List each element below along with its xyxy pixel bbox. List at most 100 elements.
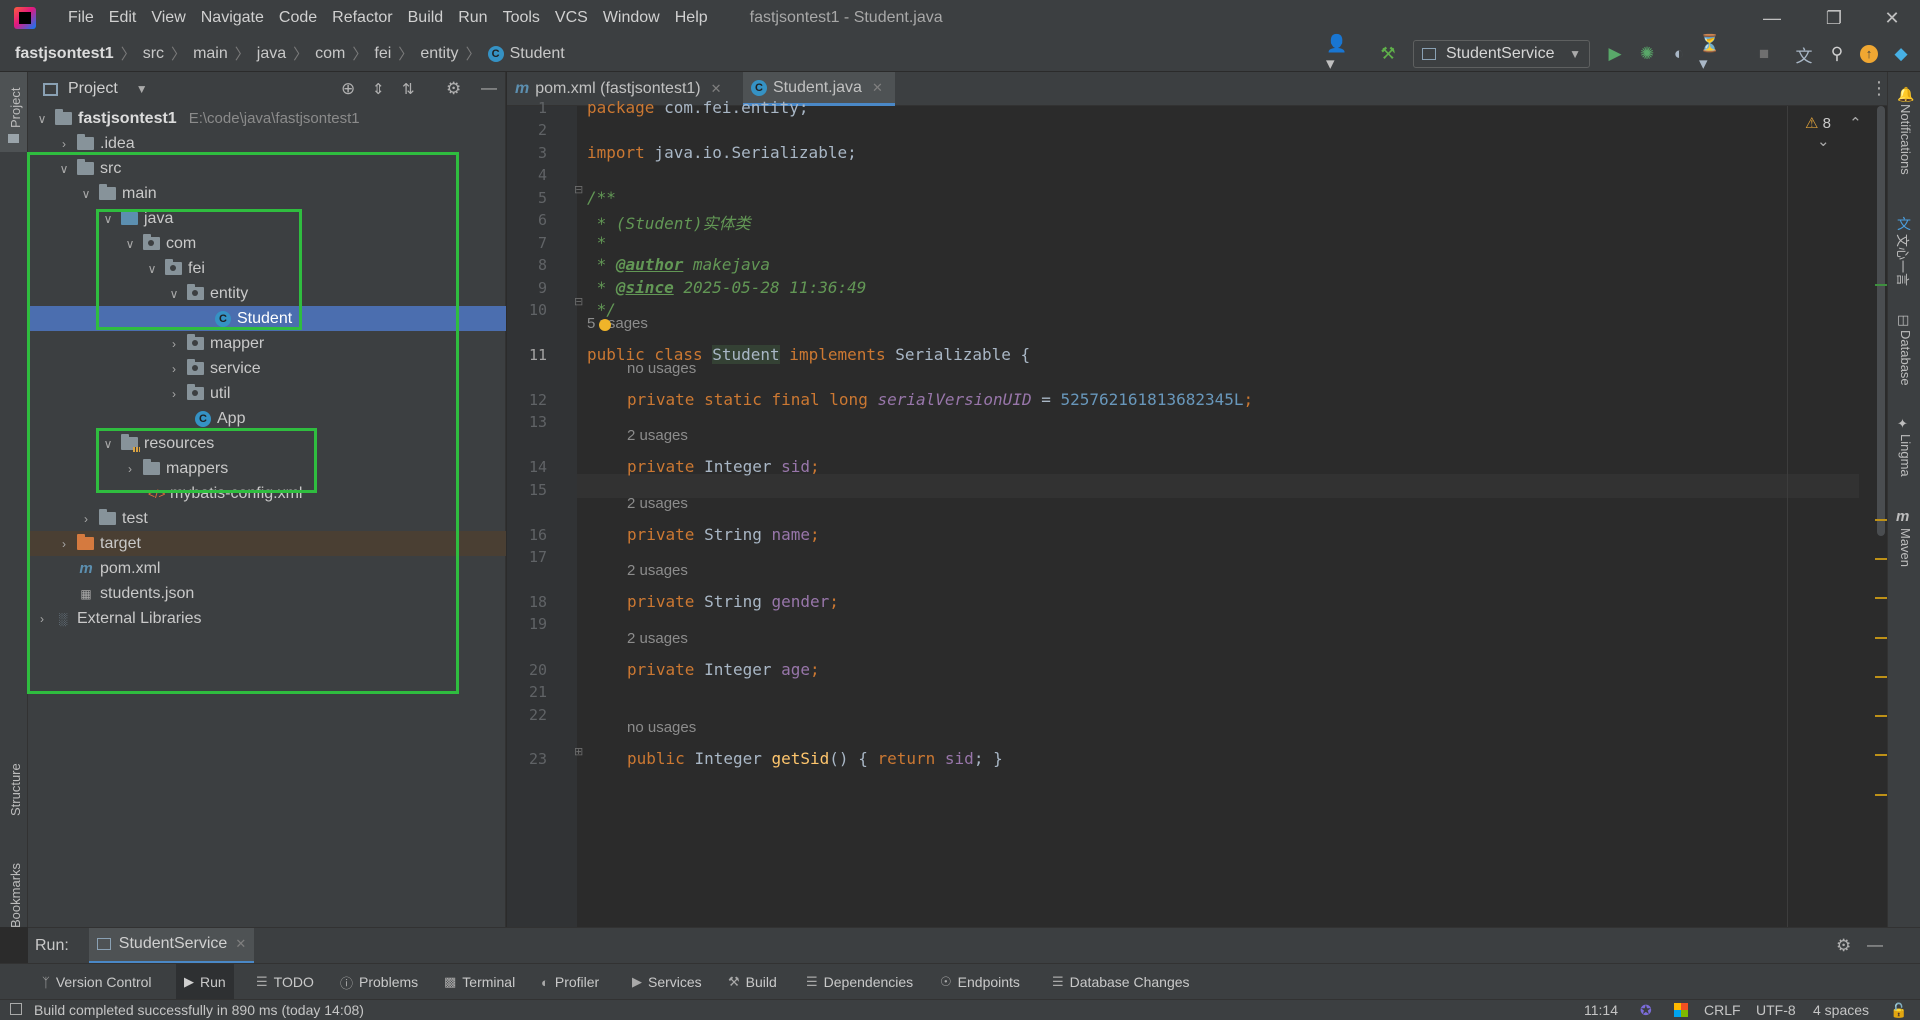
code-line-14[interactable]: private Integer sid;	[627, 457, 820, 476]
line-separator[interactable]: CRLF	[1704, 1002, 1741, 1018]
tool-database-changes[interactable]: ☰ Database Changes	[1052, 964, 1190, 1000]
chevron-down-icon[interactable]: ∨	[101, 437, 115, 451]
usages-hint[interactable]: 2 usages	[627, 427, 688, 444]
tool-build[interactable]: ⚒ Build	[728, 964, 777, 1000]
tree-row-test[interactable]: › test	[28, 506, 506, 531]
scrollbar-thumb[interactable]	[1877, 106, 1885, 536]
menu-code[interactable]: Code	[279, 9, 317, 27]
menu-run[interactable]: Run	[458, 9, 487, 27]
locate-icon[interactable]: ⊕	[341, 79, 355, 99]
stripe-wenxin-label[interactable]: 文心一言	[1894, 234, 1913, 286]
debug-icon[interactable]: ✺	[1635, 42, 1659, 66]
stripe-bookmarks-label[interactable]: Bookmarks	[8, 863, 23, 928]
translate-icon[interactable]: 文	[1792, 42, 1816, 66]
breadcrumb-entity[interactable]: entity	[420, 45, 458, 63]
tree-row-util[interactable]: › util	[28, 381, 506, 406]
breadcrumb-src[interactable]: src	[143, 45, 164, 63]
tree-row-external-libraries[interactable]: › ░ External Libraries	[28, 606, 506, 631]
fold-icon[interactable]: ⊟	[574, 295, 583, 308]
expand-all-icon[interactable]: ⇕	[372, 80, 385, 98]
code-line-12[interactable]: private static final long serialVersionU…	[627, 390, 1253, 409]
coverage-icon[interactable]: ◐	[1667, 42, 1691, 66]
tree-row-student[interactable]: C Student	[28, 306, 506, 331]
code-line-20[interactable]: private Integer age;	[627, 660, 820, 679]
chevron-down-icon[interactable]: ∨	[145, 262, 159, 276]
menu-refactor[interactable]: Refactor	[332, 9, 392, 27]
stripe-maven-label[interactable]: Maven	[1898, 528, 1913, 567]
minimize-button[interactable]: —	[1744, 0, 1800, 36]
tree-row-service[interactable]: › service	[28, 356, 506, 381]
menu-view[interactable]: View	[151, 9, 185, 27]
search-icon[interactable]: ⚲	[1825, 42, 1849, 66]
gear-icon[interactable]: ⚙	[1836, 936, 1851, 956]
chevron-right-icon[interactable]: ›	[57, 537, 71, 551]
tree-row-app[interactable]: C App	[28, 406, 506, 431]
menu-file[interactable]: File	[68, 9, 94, 27]
menu-navigate[interactable]: Navigate	[201, 9, 264, 27]
tree-row-entity[interactable]: ∨ entity	[28, 281, 506, 306]
tree-row-project-root[interactable]: ∨ fastjsontest1 E:\code\java\fastjsontes…	[28, 106, 506, 131]
stripe-lingma-label[interactable]: Lingma	[1898, 434, 1913, 477]
close-icon[interactable]: ✕	[872, 80, 883, 96]
usages-hint[interactable]: 2 usages	[627, 630, 688, 647]
tree-row-main[interactable]: ∨ main	[28, 181, 506, 206]
previous-highlight-icon[interactable]: ⌃	[1849, 115, 1862, 132]
tree-row-mybatis-config[interactable]: </> mybatis-config.xml	[28, 481, 506, 506]
chevron-right-icon[interactable]: ›	[79, 512, 93, 526]
code-line-9[interactable]: * @since 2025-05-28 11:36:49	[587, 278, 867, 297]
chevron-right-icon[interactable]: ›	[35, 612, 49, 626]
tool-endpoints[interactable]: ☉ Endpoints	[940, 964, 1020, 1000]
hide-panel-icon[interactable]: —	[481, 80, 497, 98]
code-line-6[interactable]: * (Student)实体类	[587, 210, 751, 234]
fold-icon[interactable]: ⊞	[574, 745, 583, 758]
breadcrumb-project[interactable]: fastjsontest1	[15, 45, 114, 63]
menu-edit[interactable]: Edit	[109, 9, 137, 27]
chevron-down-icon[interactable]: ∨	[167, 287, 181, 301]
stop-icon[interactable]: ■	[1752, 42, 1776, 66]
tree-row-resources[interactable]: ∨ resources	[28, 431, 506, 456]
jetbrains-ai-icon[interactable]: ◆	[1889, 42, 1913, 66]
tree-row-pom[interactable]: m pom.xml	[28, 556, 506, 581]
run-tab-studentservice[interactable]: StudentService ✕	[88, 927, 255, 964]
stripe-notifications-label[interactable]: Notifications	[1898, 104, 1913, 175]
profile-icon[interactable]: ⏳▾	[1699, 34, 1723, 73]
usages-hint[interactable]: no usages	[627, 719, 696, 736]
more-options-icon[interactable]: ⋮	[1870, 78, 1888, 99]
user-account-icon[interactable]: 👤▾	[1326, 34, 1350, 73]
next-highlight-icon[interactable]: ⌄	[1817, 133, 1830, 150]
ai-assistant-icon[interactable]: ✪	[1640, 1002, 1652, 1019]
run-icon[interactable]: ▶	[1603, 42, 1627, 66]
menu-build[interactable]: Build	[408, 9, 444, 27]
code-line-23[interactable]: public Integer getSid() { return sid; }	[627, 749, 1003, 768]
tree-row-src[interactable]: ∨ src	[28, 156, 506, 181]
hide-panel-icon[interactable]: —	[1867, 937, 1883, 955]
tree-row-target[interactable]: › target	[28, 531, 506, 556]
usages-hint[interactable]: no usages	[627, 360, 696, 377]
menu-vcs[interactable]: VCS	[555, 9, 588, 27]
stripe-structure-label[interactable]: Structure	[8, 763, 23, 816]
breadcrumb-fei[interactable]: fei	[374, 45, 391, 63]
status-message[interactable]: Build completed successfully in 890 ms (…	[34, 1002, 364, 1018]
code-line-5[interactable]: /**	[587, 188, 616, 207]
menu-window[interactable]: Window	[603, 9, 660, 27]
stripe-database-label[interactable]: Database	[1898, 330, 1913, 386]
build-hammer-icon[interactable]: ⚒	[1376, 42, 1400, 66]
fold-icon[interactable]: ⊟	[574, 183, 583, 196]
tree-row-students-json[interactable]: ▦ students.json	[28, 581, 506, 606]
tool-version-control[interactable]: ᛉ Version Control	[42, 964, 152, 1000]
breadcrumb-student[interactable]: Student	[510, 45, 565, 63]
chevron-right-icon[interactable]: ›	[167, 362, 181, 376]
breadcrumb-java[interactable]: java	[257, 45, 286, 63]
tree-row-com[interactable]: ∨ com	[28, 231, 506, 256]
chevron-down-icon[interactable]: ∨	[101, 212, 115, 226]
chevron-right-icon[interactable]: ›	[167, 387, 181, 401]
menu-help[interactable]: Help	[675, 9, 708, 27]
collapse-all-icon[interactable]: ⇅	[402, 80, 415, 98]
tool-todo[interactable]: ☰ TODO	[256, 964, 314, 1000]
tool-services[interactable]: ▶ Services	[632, 964, 702, 1000]
close-icon[interactable]: ✕	[711, 81, 722, 97]
menu-tools[interactable]: Tools	[503, 9, 540, 27]
chevron-down-icon[interactable]: ∨	[79, 187, 93, 201]
tree-row-mappers[interactable]: › mappers	[28, 456, 506, 481]
chevron-right-icon[interactable]: ›	[123, 462, 137, 476]
